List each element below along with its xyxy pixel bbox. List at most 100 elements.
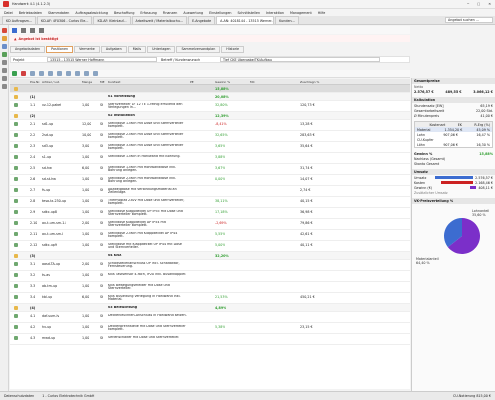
close-icon[interactable]: ✕ [488,2,491,6]
subject-field[interactable]: Tief CKE Übergabe/TK/Aufbau [220,57,380,62]
menu-item[interactable]: Finanzen [163,11,178,15]
detail-tab[interactable]: Historie [221,45,245,53]
table-row[interactable]: 2.7 fs-up 1,00 St Abzweigdose mit Verbindung… [10,186,410,197]
mail-icon[interactable] [2,60,7,65]
table-row[interactable]: 3.1 aasd-TA-up 2,00 St Schaltstellenanschlus… [10,260,410,271]
column-header[interactable]: Zuschlagn % [300,80,319,84]
table-row[interactable]: 2.5 sd-hw 6,00 St Steckdose 1-fach mit Hohlw… [10,164,410,175]
detail-tab[interactable]: Mails [127,45,147,53]
document-icon[interactable] [2,76,7,81]
table-row[interactable]: 2.9 sdkc-up8 1,00 St Steckdose Klappdeckel U… [10,208,410,219]
document-tab[interactable]: Arbeitszeit / Materialbuchu... [131,16,188,24]
detail-tab[interactable]: Aufgaben [100,45,127,53]
cost-row: Material 1.354,20 € 45,09 % [415,127,492,132]
cost-cell: 16,47 % [476,132,490,137]
text-icon[interactable] [84,71,89,76]
menu-item[interactable]: Einstellungen [209,11,231,15]
menu-item[interactable]: Beschaffung [114,11,134,15]
copy-icon[interactable] [30,27,35,33]
menu-item[interactable]: Stammdaten [48,11,69,15]
menu-item[interactable]: Management [290,11,312,15]
person-icon[interactable] [2,68,7,73]
column-header[interactable]: Kurztext [108,80,120,84]
menu-item[interactable]: Hilfe [318,11,326,15]
undo-icon[interactable] [39,27,44,33]
maximize-icon[interactable]: □ [477,2,480,6]
star-icon[interactable] [2,36,7,41]
table-row[interactable]: 4.2 hv-up 1,00 St Deckenbrennstelle mit Dose… [10,323,410,334]
surcharge: 40,15 € [300,198,313,203]
column-header[interactable]: Gewinn % [215,80,230,84]
table-row[interactable]: 2.4 s1-up 1,00 St Steckdose 1-fach in Hohlwa… [10,153,410,164]
menu-item[interactable]: Erfassung [140,11,156,15]
calendar-icon[interactable] [2,52,7,57]
project-row: Projekt 13515 - 13515 Werner Hoffmann Be… [10,56,410,63]
table-row[interactable]: 1.1 vz-12-paket 1,00 St Sternverteiler LF 12… [10,101,410,112]
column-header[interactable]: ME [100,80,104,84]
document-tab[interactable]: KD-AF: 4F0306 - Curlov Ele... [37,16,93,24]
save-icon[interactable] [12,27,17,33]
indent-icon[interactable] [48,71,53,76]
add-icon[interactable] [12,71,17,76]
document-tab[interactable]: KD Auftragsm... [2,16,37,24]
move-down-icon[interactable] [39,71,44,76]
project-field[interactable]: 13515 - 13515 Werner Hoffmann [47,57,157,62]
print-icon[interactable] [21,27,26,33]
table-row[interactable]: (1) 01 Vorleistung 20,08% [10,93,410,101]
column-header[interactable]: PE [190,80,194,84]
table-row[interactable]: 3.3 ab-tm-up 1,00 St KNX Bewegungsmelder mit… [10,282,410,293]
column-header[interactable]: Menge [82,80,92,84]
detail-tab[interactable]: Unterlagen [147,45,176,53]
search-input[interactable]: Angebot suchen ... [445,17,493,23]
detail-tab[interactable]: Positionen [46,45,74,53]
unit: St [100,121,104,126]
table-row[interactable]: 2.12 sdkc-up9 1,00 St Steckdose mit Klappdec… [10,241,410,252]
delete-icon[interactable] [21,71,26,76]
article-icon [14,144,18,148]
document-tab[interactable]: KD-AF: Kleinlauf... [93,16,131,24]
filter-icon[interactable] [75,71,80,76]
menu-item[interactable]: Interaktion [266,11,284,15]
table-row[interactable]: 2.8 tesa-tz-230-up 1,00 St Thermostat 230V m… [10,197,410,208]
detail-tab[interactable]: Vermerke [74,45,100,53]
article-icon [14,336,18,340]
home-icon[interactable] [2,28,7,33]
menu-item[interactable]: Betriebsdaten [19,11,42,15]
column-header[interactable]: MC [250,80,255,84]
table-row[interactable]: 2.3 sd3-up 3,00 St Steckdose 3-fach mit Dose… [10,142,410,153]
column-header[interactable]: Pos.Nr. [30,80,40,84]
menu-item[interactable]: Schnittstellen [237,11,260,15]
table-row[interactable]: 2.2 2sd-up 10,00 St Steckdose 2-fach mit Dos… [10,131,410,142]
document-tab[interactable]: Kunden... [275,16,299,24]
table-row[interactable]: 2.6 sd-st-hw 1,00 St Steckdose 2-fach mit Ho… [10,175,410,186]
table-row[interactable]: 2.1 sd1-up 12,00 St Steckdose 1-fach mit Dos… [10,120,410,131]
calculator-icon[interactable] [66,71,71,76]
profit-label: Gewinn % [414,151,433,156]
table-row[interactable]: (4) 03 Beleuchtung 4,89% [10,304,410,312]
refresh-icon[interactable] [93,71,98,76]
table-row[interactable]: 3.4 kbl-up 6,00 St KNX Busleitung Verlegung … [10,293,410,304]
table-row[interactable]: 4.3 mwd-up 1,00 St Serienschalter mit Dose u… [10,334,410,345]
folder-icon[interactable] [2,44,7,49]
article-number: s1-up [42,154,52,159]
table-row[interactable]: (3) 04 KNX 32,20% [10,252,410,260]
outdent-icon[interactable] [57,71,62,76]
profit-percent: 3,67% [215,165,226,170]
column-header[interactable]: Artikel / Lst. [42,80,60,84]
menu-item[interactable]: Datei [4,11,13,15]
minimize-icon[interactable]: ─ [467,2,469,6]
chart-icon[interactable] [2,84,7,89]
table-row[interactable]: 4.1 daf-sum-lv 1,00 St Deckenleuchten-Anschl… [10,312,410,323]
menu-item[interactable]: Auswertung [183,11,203,15]
table-row[interactable]: 2.10 ax-t-um-sm-1-l 2,00 St Steckdose Klappd… [10,219,410,230]
detail-tab[interactable]: Sammelversandplan [176,45,221,53]
document-tab[interactable]: E-Angebote [188,16,216,24]
table-row[interactable]: 15,88% [10,85,410,93]
table-row[interactable]: 3.2 ts-as 1,00 St KNX Tastsensor 4-fach, IP2… [10,271,410,282]
detail-tab[interactable]: Angebotsdaten [10,45,46,53]
menu-item[interactable]: Auftragsabwicklung [75,11,108,15]
table-row[interactable]: 2.11 ax-t-um-sm-l 1,00 St Steckdose 2-fach m… [10,230,410,241]
move-up-icon[interactable] [30,71,35,76]
document-tab[interactable]: A-AN: 4018144 - 13515 Werner... [216,16,275,24]
table-row[interactable]: (2) 02 Installation 12,39% [10,112,410,120]
